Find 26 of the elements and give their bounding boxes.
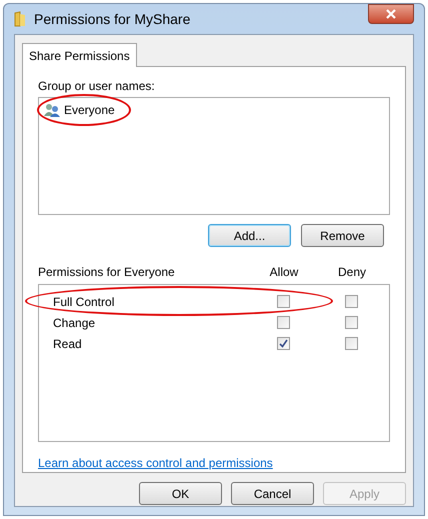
checkbox[interactable] bbox=[276, 316, 290, 329]
column-header: Allow bbox=[268, 264, 300, 281]
user-list-item[interactable]: Everyone bbox=[42, 101, 117, 119]
users-icon bbox=[44, 103, 60, 117]
checkbox[interactable] bbox=[276, 295, 290, 308]
permission-name: Change bbox=[53, 314, 96, 332]
checkbox[interactable] bbox=[276, 337, 290, 350]
check-icon bbox=[278, 339, 288, 348]
ok-button[interactable]: OK bbox=[139, 482, 222, 505]
checkbox[interactable] bbox=[344, 295, 358, 308]
cancel-button[interactable]: Cancel bbox=[231, 482, 314, 505]
permissions-heading: Permissions for Everyone bbox=[38, 264, 176, 281]
column-header: Deny bbox=[336, 264, 367, 281]
close-button[interactable] bbox=[368, 4, 414, 24]
checkbox[interactable] bbox=[344, 337, 358, 350]
remove-button[interactable]: Remove bbox=[301, 224, 384, 247]
checkbox[interactable] bbox=[344, 316, 358, 329]
add-button[interactable]: Add... bbox=[208, 224, 291, 247]
permission-name: Full Control bbox=[53, 294, 116, 310]
help-link[interactable]: Learn about access control and permissions bbox=[38, 456, 273, 470]
window-title: Permissions for MyShare bbox=[34, 10, 190, 29]
folder-icon bbox=[14, 11, 26, 27]
permission-name: Read bbox=[53, 336, 83, 352]
group-label: Group or user names: bbox=[38, 78, 156, 95]
tab[interactable]: Share Permissions bbox=[22, 43, 137, 67]
close-icon bbox=[385, 9, 397, 19]
